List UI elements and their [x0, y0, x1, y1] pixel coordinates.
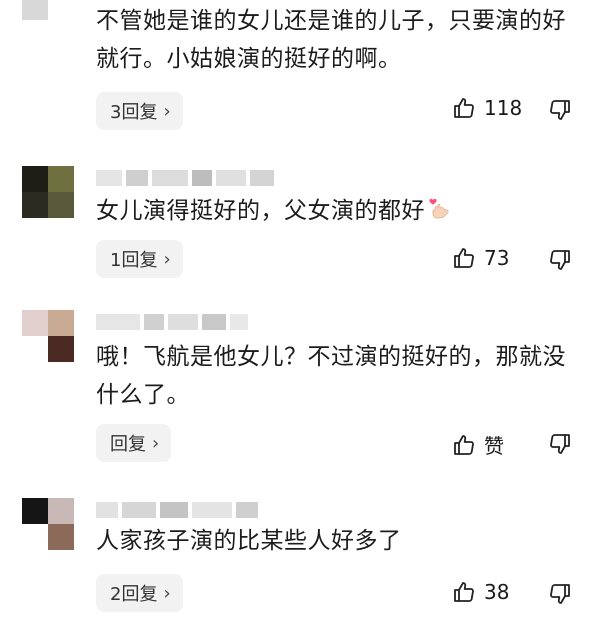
like-count: 73 [484, 246, 510, 270]
reply-button[interactable]: 1回复 › [96, 240, 183, 278]
thumbs-down-icon [548, 582, 572, 606]
avatar[interactable] [22, 0, 74, 20]
username-blurred[interactable] [96, 168, 274, 188]
thumbs-down-icon [548, 248, 572, 272]
like-button[interactable]: 38 [452, 580, 509, 604]
chevron-right-icon: › [152, 432, 160, 454]
like-button[interactable]: 73 [452, 246, 509, 270]
thumbs-up-icon [452, 246, 476, 270]
like-count: 赞 [484, 434, 504, 458]
dislike-button[interactable] [548, 248, 572, 272]
dislike-button[interactable] [548, 98, 572, 122]
comment-text: 女儿演得挺好的，父女演的都好 [96, 192, 576, 234]
reply-label: 1回复 [110, 250, 158, 271]
like-count: 38 [484, 580, 510, 604]
reply-label: 2回复 [110, 584, 158, 605]
dislike-button[interactable] [548, 582, 572, 606]
like-button[interactable]: 118 [452, 96, 522, 120]
thumbs-down-icon [548, 98, 572, 122]
comment-text: 哦！飞航是他女儿？不过演的挺好的，那就没什么了。 [96, 344, 566, 408]
reply-button[interactable]: 2回复 › [96, 574, 183, 612]
like-button[interactable]: 赞 [452, 430, 504, 459]
thumbs-down-icon [548, 432, 572, 456]
dislike-button[interactable] [548, 432, 572, 456]
comment-text-content: 女儿演得挺好的，父女演的都好 [96, 198, 425, 224]
thumbs-up-icon [452, 96, 476, 120]
reply-button[interactable]: 3回复 › [96, 92, 183, 130]
heart-hand-emoji [427, 196, 451, 234]
like-count: 118 [484, 96, 523, 120]
comment-text: 不管她是谁的女儿还是谁的儿子，只要演的好就行。小姑娘演的挺好的啊。 [96, 8, 566, 72]
reply-label: 回复 [110, 434, 146, 455]
avatar[interactable] [22, 166, 74, 218]
chevron-right-icon: › [163, 248, 171, 270]
username-blurred[interactable] [96, 312, 248, 332]
avatar[interactable] [22, 310, 74, 362]
chevron-right-icon: › [163, 582, 171, 604]
avatar[interactable] [22, 498, 74, 550]
reply-label: 3回复 [110, 102, 158, 123]
thumbs-up-icon [452, 580, 476, 604]
comment-text: 人家孩子演的比某些人好多了 [96, 528, 402, 554]
thumbs-up-icon [452, 433, 476, 457]
chevron-right-icon: › [163, 100, 171, 122]
username-blurred[interactable] [96, 500, 258, 520]
reply-button[interactable]: 回复 › [96, 424, 172, 462]
